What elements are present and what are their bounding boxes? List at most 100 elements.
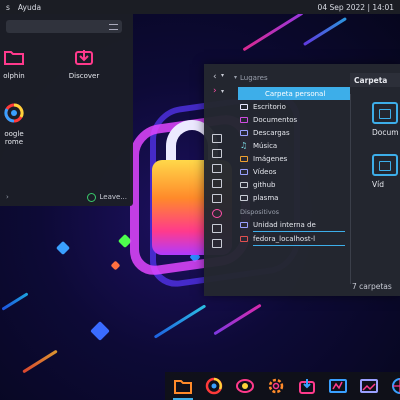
- image-viewer-icon[interactable]: [359, 377, 379, 395]
- drive-icon: [240, 236, 248, 242]
- place-label: github: [253, 180, 276, 189]
- forward-button[interactable]: ›: [213, 86, 217, 96]
- panel-icon[interactable]: [212, 194, 222, 203]
- drive-icon: [240, 222, 248, 228]
- folder-icon: [240, 181, 248, 188]
- back-button[interactable]: ‹: [213, 72, 217, 82]
- view-details-icon[interactable]: [212, 164, 222, 173]
- place-pictures[interactable]: Imágenes: [238, 152, 350, 165]
- menu-icon[interactable]: [212, 239, 222, 248]
- app-dolphin[interactable]: olphin: [0, 48, 42, 80]
- menu-item-partial[interactable]: s: [6, 3, 10, 12]
- place-home[interactable]: Carpeta personal: [238, 87, 350, 100]
- device-fedora[interactable]: fedora_localhost-l: [238, 232, 350, 246]
- desktop-icon: [240, 103, 248, 110]
- item-label: Víd: [372, 180, 384, 189]
- side-rail: [212, 134, 226, 254]
- clock[interactable]: 04 Sep 2022 | 14:01: [318, 3, 394, 12]
- wallpaper-streak: [1, 292, 29, 311]
- breadcrumb[interactable]: Carpeta: [350, 73, 400, 87]
- documents-icon: [240, 116, 248, 123]
- discover-icon: [75, 50, 93, 65]
- footer-chevron: ›: [6, 193, 9, 201]
- places-panel: Carpeta personal Escritorio Documentos D…: [238, 87, 350, 246]
- place-label: Música: [253, 141, 278, 150]
- wallpaper-streak: [213, 303, 262, 336]
- view-icons-icon[interactable]: [212, 134, 222, 143]
- content-item-videos[interactable]: Víd: [372, 154, 400, 189]
- place-videos[interactable]: Vídeos: [238, 165, 350, 178]
- wallpaper-cube: [90, 321, 110, 341]
- chrome-icon: [4, 103, 24, 123]
- devices-header: Dispositivos: [240, 208, 280, 216]
- documents-folder-icon: [372, 102, 398, 124]
- app-label: oogle rome: [4, 130, 24, 146]
- search-icon[interactable]: [212, 209, 222, 218]
- back-menu-icon[interactable]: ▾: [221, 72, 224, 79]
- wallpaper-streak: [242, 11, 304, 52]
- launcher-footer: › Leave...: [0, 188, 133, 206]
- app-label: Discover: [68, 72, 100, 80]
- dolphin-icon[interactable]: [173, 377, 193, 400]
- view-compact-icon[interactable]: [212, 149, 222, 158]
- leave-label: Leave...: [99, 193, 128, 201]
- monitor-icon[interactable]: [328, 377, 348, 395]
- place-label: Descargas: [253, 128, 290, 137]
- videos-folder-icon: [372, 154, 398, 176]
- discover-icon[interactable]: [235, 377, 255, 395]
- browser-icon[interactable]: [390, 377, 400, 395]
- top-panel: s Ayuda 04 Sep 2022 | 14:01: [0, 0, 400, 14]
- device-internal-drive[interactable]: Unidad interna de: [238, 218, 350, 232]
- wallpaper-cube: [110, 260, 121, 271]
- place-plasma[interactable]: plasma: [238, 191, 350, 204]
- place-label: Documentos: [253, 115, 298, 124]
- menu-item-help[interactable]: Ayuda: [18, 3, 41, 12]
- device-label: Unidad interna de: [253, 221, 316, 229]
- app-chrome[interactable]: oogle rome: [0, 94, 42, 154]
- music-icon: ♫: [240, 140, 248, 150]
- home-icon: [252, 90, 260, 97]
- taskbar: [165, 372, 400, 400]
- folder-icon: [240, 194, 248, 201]
- item-label: Docum: [372, 128, 399, 137]
- folder-icon: [4, 51, 24, 65]
- places-header: Lugares: [240, 74, 268, 82]
- place-label: plasma: [253, 193, 279, 202]
- content-item-documents[interactable]: Docum: [372, 102, 400, 137]
- split-icon[interactable]: [212, 224, 222, 233]
- place-desktop[interactable]: Escritorio: [238, 100, 350, 113]
- wallpaper-streak: [153, 304, 207, 339]
- place-label: Escritorio: [253, 102, 286, 111]
- status-bar-text: 7 carpetas: [352, 282, 392, 291]
- wallpaper-cube: [55, 240, 71, 256]
- power-icon: [86, 192, 96, 202]
- capacity-bar: [253, 245, 345, 246]
- configure-icon[interactable]: [109, 23, 118, 30]
- device-label: fedora_localhost-l: [253, 235, 316, 243]
- place-github[interactable]: github: [238, 178, 350, 191]
- panel-divider[interactable]: [350, 94, 351, 284]
- videos-icon: [240, 168, 248, 175]
- collapse-icon[interactable]: ▾: [234, 74, 237, 81]
- place-label: Carpeta personal: [265, 89, 326, 98]
- preview-icon[interactable]: [212, 179, 222, 188]
- software-icon[interactable]: [297, 377, 317, 395]
- place-downloads[interactable]: Descargas: [238, 126, 350, 139]
- place-music[interactable]: ♫ Música: [238, 139, 350, 152]
- wallpaper-streak: [22, 349, 58, 374]
- file-manager-window: ‹ ▾ › ▾ ▾ Lugares Carpeta Carpeta person…: [204, 64, 400, 296]
- place-documents[interactable]: Documentos: [238, 113, 350, 126]
- settings-icon[interactable]: [266, 377, 286, 395]
- forward-menu-icon[interactable]: ▾: [221, 88, 224, 95]
- place-label: Vídeos: [253, 167, 277, 176]
- search-input[interactable]: [6, 20, 122, 33]
- leave-button[interactable]: Leave...: [86, 192, 128, 202]
- wallpaper-streak: [303, 16, 347, 47]
- app-label: olphin: [3, 72, 25, 80]
- downloads-icon: [240, 129, 248, 136]
- chrome-icon[interactable]: [204, 377, 224, 395]
- app-discover[interactable]: Discover: [56, 48, 112, 80]
- app-launcher: olphin Discover oogle rome › Leave...: [0, 14, 133, 206]
- place-label: Imágenes: [253, 154, 288, 163]
- pictures-icon: [240, 155, 248, 162]
